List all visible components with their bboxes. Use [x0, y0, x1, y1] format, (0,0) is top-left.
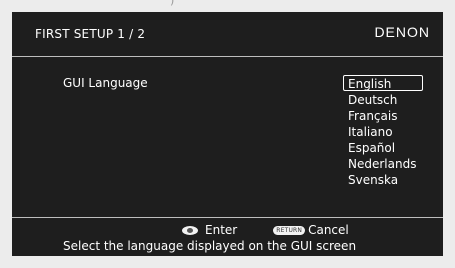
brand-logo: DENON: [374, 24, 430, 40]
language-option-italiano[interactable]: Italiano: [343, 123, 423, 139]
help-text: Select the language displayed on the GUI…: [63, 239, 357, 253]
footer-controls: Enter RETURN Cancel: [182, 223, 349, 237]
header-divider: [12, 56, 443, 57]
language-option-english[interactable]: English: [343, 75, 423, 91]
setup-screen: FIRST SETUP 1 / 2 DENON GUI Language Eng…: [12, 12, 443, 256]
header: FIRST SETUP 1 / 2 DENON: [12, 12, 443, 56]
language-option-nederlands[interactable]: Nederlands: [343, 155, 423, 171]
footer: Enter RETURN Cancel Select the language …: [12, 218, 443, 256]
gui-language-label: GUI Language: [63, 76, 148, 90]
language-option-svenska[interactable]: Svenska: [343, 171, 423, 187]
return-button-icon[interactable]: RETURN: [273, 225, 306, 235]
page-title: FIRST SETUP 1 / 2: [35, 27, 146, 41]
enter-label: Enter: [205, 223, 238, 237]
language-option-deutsch[interactable]: Deutsch: [343, 91, 423, 107]
clipped-text: ): [170, 0, 175, 7]
language-option-espanol[interactable]: Español: [343, 139, 423, 155]
cancel-label: Cancel: [308, 223, 349, 237]
enter-button-icon[interactable]: [182, 225, 198, 235]
language-option-francais[interactable]: Français: [343, 107, 423, 123]
language-list: English Deutsch Français Italiano Españo…: [343, 75, 423, 187]
